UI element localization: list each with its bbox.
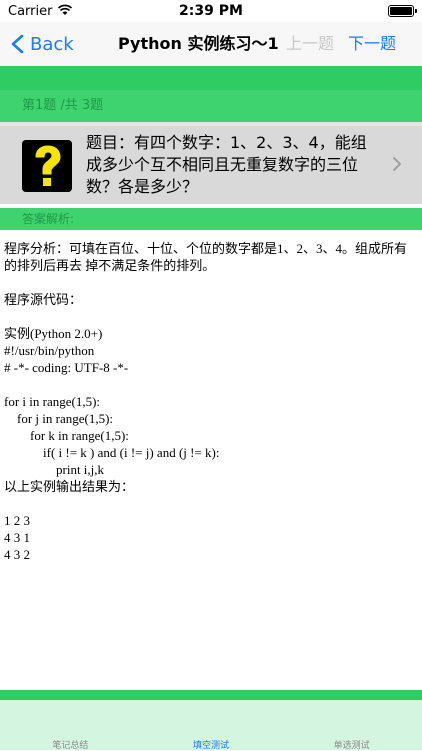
question-mark-icon [22, 140, 72, 192]
code-line: 4 3 2 [4, 547, 30, 562]
source-heading: 程序源代码： [4, 292, 83, 307]
footer-band [0, 690, 422, 700]
tab-fill-in[interactable]: 填空测试 [141, 700, 282, 751]
answer-content: 程序分析：可填在百位、十位、个位的数字都是1、2、3、4。组成所有的排列后再去 … [4, 240, 416, 680]
code-line: for k in range(1,5): [4, 428, 129, 443]
code-line: #!/usr/bin/python [4, 343, 95, 358]
previous-question-button[interactable]: 上一题 [286, 22, 334, 66]
chevron-right-icon [393, 157, 402, 171]
question-row[interactable]: 题目：有四个数字：1、2、3、4，能组成多少个互不相同且无重复数字的三位数？各是… [0, 122, 422, 204]
back-label: Back [30, 33, 74, 55]
code-line: 4 3 1 [4, 530, 30, 545]
battery-icon [388, 5, 417, 17]
code-line: 以上实例输出结果为： [4, 479, 135, 494]
next-question-button[interactable]: 下一题 [348, 22, 396, 66]
tab-bar: 笔记总结 填空测试 单选测试 [0, 700, 422, 751]
question-progress: 第1题 /共 3题 [0, 90, 422, 122]
navigation-bar: Back Python 实例练习～1 上一题 下一题 [0, 22, 422, 66]
code-line: # -*- coding: UTF-8 -*- [4, 360, 129, 375]
question-text: 题目：有四个数字：1、2、3、4，能组成多少个互不相同且无重复数字的三位数？各是… [86, 133, 367, 196]
tab-single-choice[interactable]: 单选测试 [281, 700, 422, 751]
page-title: Python 实例练习～1 [118, 34, 279, 53]
code-line: 1 2 3 [4, 513, 30, 528]
code-block: 实例(Python 2.0+) #!/usr/bin/python # -*- … [4, 325, 416, 563]
analysis-text: 程序分析：可填在百位、十位、个位的数字都是1、2、3、4。组成所有的排列后再去 … [4, 241, 408, 273]
back-button[interactable]: Back [10, 22, 74, 66]
status-bar: Carrier 2:39 PM [0, 0, 422, 22]
code-line: 实例(Python 2.0+) [4, 326, 103, 341]
code-line: for i in range(1,5): [4, 394, 101, 409]
code-line: if( i != k ) and (i != j) and (j != k): [4, 445, 220, 460]
answer-label: 答案解析: [0, 208, 422, 230]
code-line: for j in range(1,5): [4, 411, 114, 426]
chevron-left-icon [11, 34, 24, 54]
tab-notes[interactable]: 笔记总结 [0, 700, 141, 751]
clock: 2:39 PM [179, 3, 243, 19]
code-line: print i,j,k [4, 462, 105, 477]
